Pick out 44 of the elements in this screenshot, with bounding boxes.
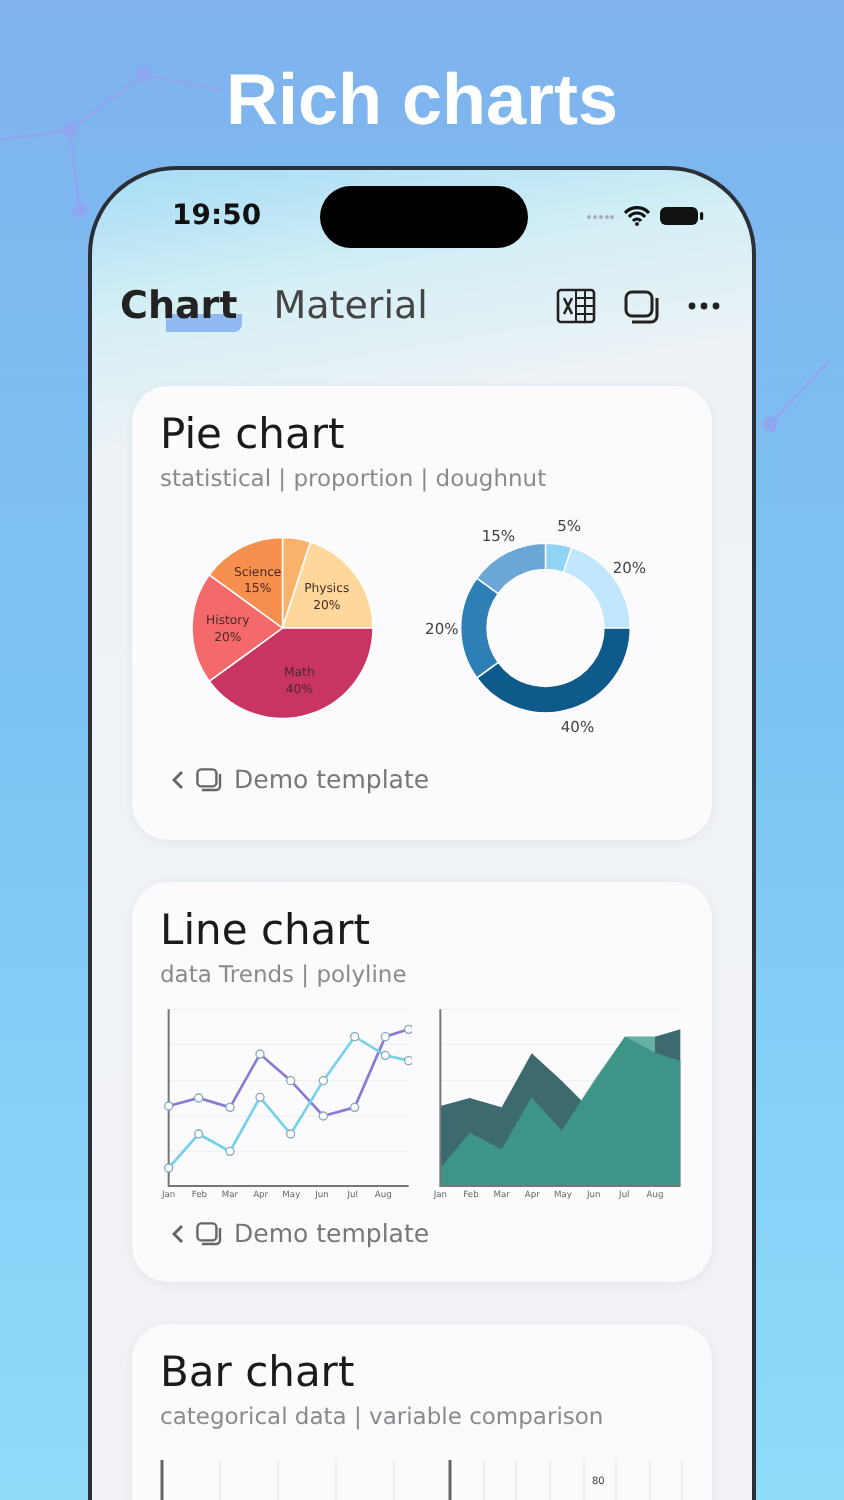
data-point xyxy=(255,1049,265,1059)
data-point xyxy=(350,1032,360,1042)
data-point xyxy=(404,1056,412,1066)
data-point xyxy=(225,1146,235,1156)
tab[interactable]: Material xyxy=(269,280,432,332)
headline: Rich charts xyxy=(223,56,621,144)
data-point xyxy=(380,1050,390,1060)
more-icon[interactable] xyxy=(688,302,720,310)
data-point xyxy=(194,1129,204,1139)
copy-icon xyxy=(196,767,222,791)
data-point xyxy=(194,1093,204,1103)
segment-value: 5% xyxy=(556,517,581,536)
demo-template-link[interactable]: Demo template xyxy=(234,1218,430,1248)
card-title: Pie chart xyxy=(160,408,347,460)
data-point xyxy=(164,1163,174,1173)
chevron-left-icon[interactable] xyxy=(172,1223,184,1243)
segment-value: 40% xyxy=(559,718,594,737)
data-point xyxy=(225,1102,235,1112)
data-point xyxy=(404,1024,412,1034)
status-time: 19:50 xyxy=(172,200,264,232)
data-point xyxy=(318,1076,328,1086)
data-point xyxy=(380,1032,390,1042)
copy-icon[interactable] xyxy=(624,289,660,323)
signal-icon xyxy=(586,213,614,219)
data-point xyxy=(164,1101,174,1111)
battery-icon xyxy=(660,206,704,226)
wifi-icon xyxy=(624,206,650,226)
data-point xyxy=(286,1076,296,1086)
demo-template-link[interactable]: Demo template xyxy=(234,764,430,794)
card-title: Line chart xyxy=(160,904,373,956)
data-point xyxy=(350,1102,360,1112)
card-subtitle: categorical data | variable comparison xyxy=(160,1402,606,1430)
card-subtitle: statistical | proportion | doughnut xyxy=(160,464,549,492)
segment-value: 20% xyxy=(611,558,646,577)
segment-value: 20% xyxy=(424,619,458,638)
data-point xyxy=(286,1129,296,1139)
segment-value: 15% xyxy=(480,527,515,546)
chevron-left-icon[interactable] xyxy=(172,769,184,789)
card-subtitle: data Trends | polyline xyxy=(160,960,409,988)
data-point xyxy=(255,1092,265,1102)
card-title: Bar chart xyxy=(160,1346,357,1398)
data-point xyxy=(318,1111,328,1121)
spreadsheet-icon[interactable] xyxy=(556,288,596,324)
copy-icon xyxy=(196,1221,222,1245)
